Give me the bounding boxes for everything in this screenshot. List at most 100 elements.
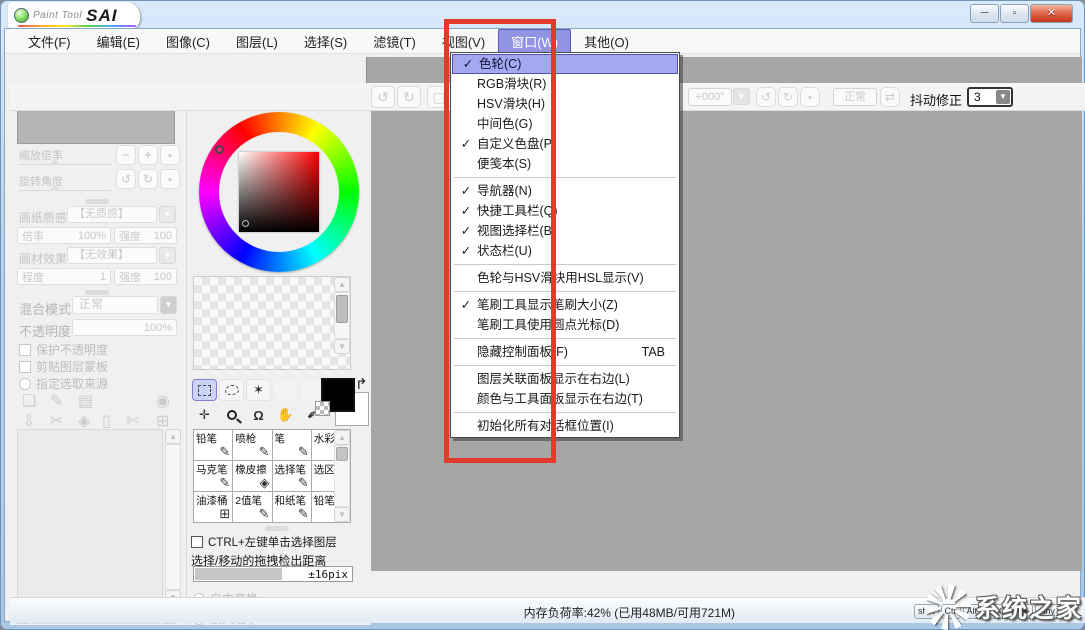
panel-splitter[interactable] (85, 290, 109, 295)
view-rotate-ccw-button[interactable]: ↺ (756, 87, 776, 107)
layer-mask-icon[interactable]: ◉ (156, 391, 170, 411)
menu-item-color-panel-right[interactable]: 颜色与工具面板显示在右边(T) (451, 389, 679, 409)
paper-texture-select[interactable]: 【无质感】 (67, 206, 157, 223)
menu-window[interactable]: 窗口(W) (498, 29, 571, 54)
stabilizer-select[interactable]: 3 ▼ (967, 87, 1013, 107)
menu-others[interactable]: 其他(O) (571, 29, 642, 54)
clipping-mask-option[interactable]: 剪贴图层蒙板 (19, 358, 108, 375)
brush-scroll-thumb[interactable] (336, 447, 348, 461)
blend-mode-dropdown-button[interactable]: ▼ (160, 296, 177, 314)
brush-binary-pen[interactable]: 2值笔✎ (233, 492, 271, 522)
paper-texture-dropdown-button[interactable]: ▼ (159, 206, 176, 223)
rotate-cw-button[interactable]: ↻ (138, 169, 158, 189)
new-folder-icon[interactable]: ▤ (78, 391, 93, 411)
clear-layer-icon[interactable]: ◈ (78, 411, 90, 431)
move-tool[interactable]: ✛ (192, 404, 217, 426)
brush-scroll-up-button[interactable]: ▲ (334, 430, 350, 445)
lasso-tool[interactable] (219, 379, 244, 401)
layers-list[interactable] (17, 429, 163, 605)
ctrl-select-layer-option[interactable]: CTRL+左键单击选择图层 (191, 534, 337, 550)
menu-edit[interactable]: 编辑(E) (84, 29, 153, 54)
zoom-tool[interactable] (219, 404, 244, 426)
custom-palette-swatches[interactable] (193, 276, 351, 370)
blend-mode-select[interactable]: 正常 (72, 296, 158, 314)
flip-view-button[interactable]: ⇄ (880, 87, 900, 107)
navigator-angle-slider-handle[interactable] (50, 184, 60, 191)
menu-item-view-selector[interactable]: ✓视图选择栏(B) (451, 221, 679, 241)
brush-pen[interactable]: 笔✎ (273, 430, 311, 460)
menu-item-color-wheel[interactable]: ✓色轮(C) (452, 54, 678, 74)
transparent-color-swatch[interactable] (315, 401, 330, 416)
redo-button[interactable]: ↻ (397, 86, 421, 108)
layers-scrollbar[interactable] (165, 444, 181, 590)
transfer-down-icon[interactable]: ⇩ (22, 411, 35, 431)
paper-strength-field[interactable]: 强度100 (114, 227, 177, 244)
menu-view[interactable]: 视图(V) (429, 29, 498, 54)
menu-item-hsv-slider[interactable]: HSV滑块(H) (451, 94, 679, 114)
navigator-angle-slider[interactable] (19, 190, 111, 191)
panel-splitter[interactable] (265, 526, 289, 531)
minimize-button[interactable]: ─ (970, 4, 999, 23)
navigator-zoom-slider-handle[interactable] (50, 158, 60, 165)
palette-scroll-thumb[interactable] (336, 295, 348, 323)
menu-file[interactable]: 文件(F) (15, 29, 84, 54)
palette-scroll-up-button[interactable]: ▲ (334, 277, 350, 292)
rotate-ccw-button[interactable]: ↺ (116, 169, 136, 189)
menu-item-navigator[interactable]: ✓导航器(N) (451, 181, 679, 201)
close-button[interactable]: ✕ (1030, 4, 1073, 23)
new-linework-layer-icon[interactable]: ✎ (50, 391, 63, 411)
paste-layer-icon[interactable]: ⊞ (156, 411, 169, 431)
menu-filter[interactable]: 滤镜(T) (360, 29, 429, 54)
brush-bucket[interactable]: 油漆桶⊞ (194, 492, 232, 522)
menu-item-dot-cursor[interactable]: 笔刷工具使用圆点光标(D) (451, 315, 679, 335)
brush-pencil[interactable]: 铅笔✎ (194, 430, 232, 460)
menu-item-intermediate-color[interactable]: 中间色(G) (451, 114, 679, 134)
panel-splitter[interactable] (85, 199, 109, 204)
menu-item-show-brush-size[interactable]: ✓笔刷工具显示笔刷大小(Z) (451, 295, 679, 315)
menu-layer[interactable]: 图层(L) (223, 29, 291, 54)
hand-tool[interactable]: ✋ (273, 404, 298, 426)
layers-scroll-up-button[interactable]: ▲ (165, 429, 181, 444)
brush-washi-pen[interactable]: 和纸笔✎ (273, 492, 311, 522)
brush-scrollbar[interactable] (334, 445, 350, 507)
selection-source-option[interactable]: 指定选取来源 (19, 375, 108, 392)
ctrl-select-layer-checkbox[interactable] (191, 536, 203, 548)
restore-button[interactable]: ▫ (1000, 4, 1029, 23)
empty-tool-slot[interactable] (273, 379, 298, 401)
stabilizer-dropdown-button[interactable]: ▼ (996, 90, 1010, 104)
menu-image[interactable]: 图像(C) (153, 29, 223, 54)
undo-button[interactable]: ↺ (371, 86, 395, 108)
clipping-mask-checkbox[interactable] (19, 361, 31, 373)
sv-indicator[interactable] (242, 220, 249, 227)
effect-strength-field[interactable]: 强度100 (114, 268, 177, 285)
brush-airbrush[interactable]: 喷枪✎ (233, 430, 271, 460)
brush-scroll-down-button[interactable]: ▼ (334, 507, 350, 522)
menu-item-hsl-display[interactable]: 色轮与HSV滑块用HSL显示(V) (451, 268, 679, 288)
view-normal-button[interactable]: 正常 (833, 88, 877, 106)
hue-indicator[interactable] (215, 145, 224, 154)
menu-item-quick-bar[interactable]: ✓快捷工具栏(Q) (451, 201, 679, 221)
swap-colors-icon[interactable]: ↱ (355, 375, 368, 393)
rotate-view-tool[interactable]: Ω (246, 404, 271, 426)
merge-down-icon[interactable]: ✂ (50, 411, 63, 431)
material-effect-dropdown-button[interactable]: ▼ (159, 247, 176, 264)
protect-opacity-option[interactable]: 保护不透明度 (19, 341, 108, 358)
palette-scrollbar[interactable] (334, 292, 350, 339)
new-layer-icon[interactable]: ❏ (22, 391, 36, 411)
palette-scroll-down-button[interactable]: ▼ (334, 339, 350, 354)
paper-scale-field[interactable]: 倍率100% (17, 227, 111, 244)
zoom-in-button[interactable]: + (138, 145, 158, 165)
menu-item-status-bar[interactable]: ✓状态栏(U) (451, 241, 679, 261)
menu-item-layer-panel-right[interactable]: 图层关联面板显示在右边(L) (451, 369, 679, 389)
brush-eraser[interactable]: 橡皮擦◈ (233, 461, 271, 491)
zoom-out-button[interactable]: − (116, 145, 136, 165)
cut-layer-icon[interactable]: ✄ (126, 411, 139, 431)
view-angle-dropdown-button[interactable]: ▼ (733, 88, 750, 105)
rotate-reset-button[interactable]: ▪ (160, 169, 180, 189)
menu-item-custom-palette[interactable]: ✓自定义色盘(P) (451, 134, 679, 154)
delete-layer-icon[interactable]: ▯ (102, 411, 111, 431)
drag-detect-slider[interactable]: ±16pix (193, 566, 353, 582)
rect-select-tool[interactable] (192, 379, 217, 401)
menu-select[interactable]: 选择(S) (291, 29, 360, 54)
opacity-slider[interactable]: 100% (72, 319, 177, 336)
